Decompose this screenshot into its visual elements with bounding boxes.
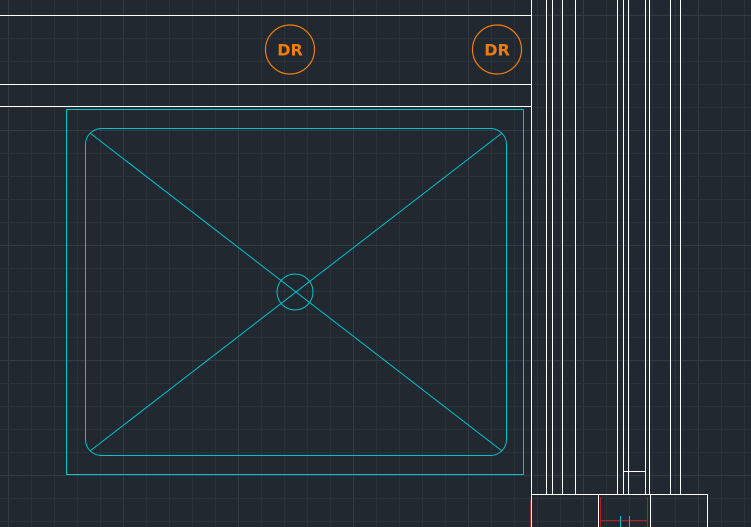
chase-wall-lines <box>531 0 708 527</box>
dr-tag-label: DR <box>277 41 303 60</box>
dr-tag-label: DR <box>484 41 510 60</box>
cad-drawing-viewport[interactable]: DR DR <box>0 0 751 527</box>
hidden-lines <box>530 497 648 527</box>
cad-drawing-canvas[interactable]: DR DR <box>0 0 751 527</box>
drawing-grid <box>0 0 751 527</box>
